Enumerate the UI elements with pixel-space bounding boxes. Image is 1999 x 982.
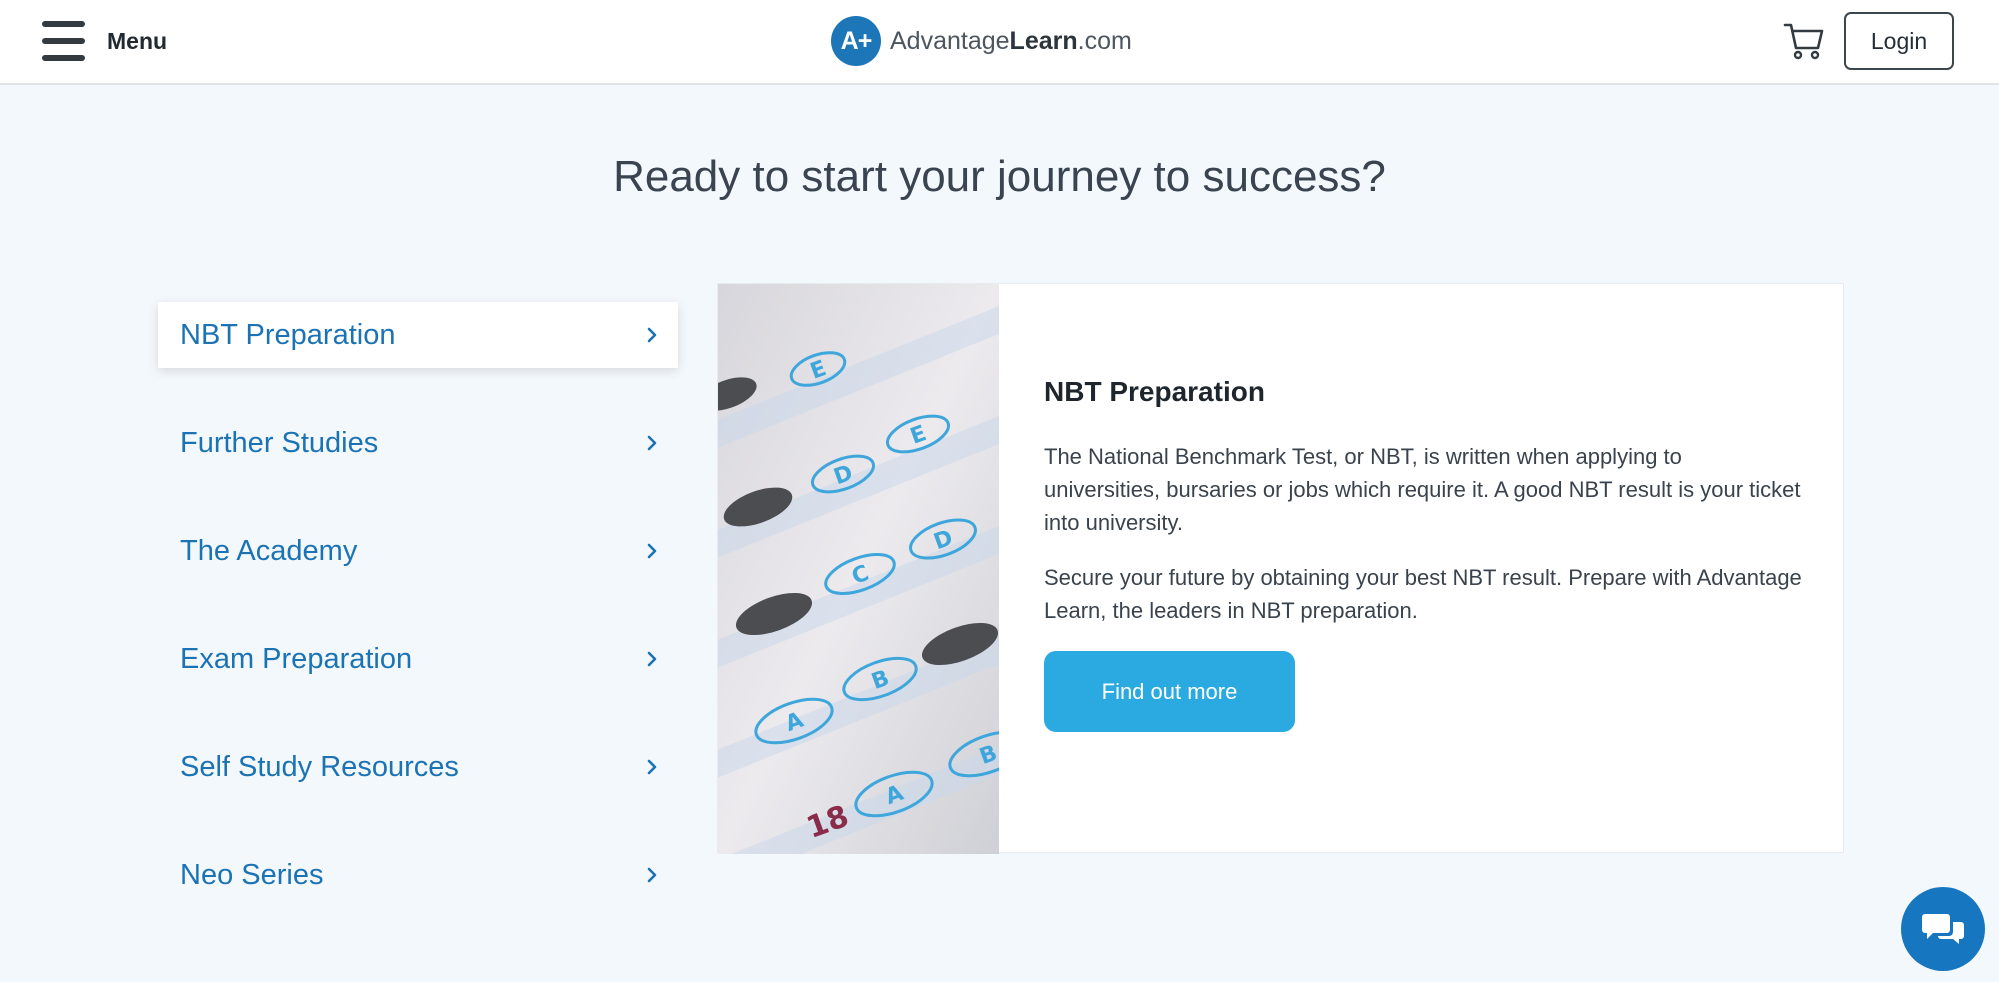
nav-item-the-academy[interactable]: The Academy: [158, 518, 678, 584]
chevron-right-icon: [647, 651, 657, 667]
nav-item-neo-series[interactable]: Neo Series: [158, 842, 678, 908]
top-bar: Menu A+ AdvantageLearn.com Login: [0, 0, 1999, 85]
nav-item-label: The Academy: [180, 534, 358, 567]
card-paragraph: The National Benchmark Test, or NBT, is …: [1044, 444, 1801, 535]
card-body: NBT Preparation The National Benchmark T…: [1044, 376, 1804, 732]
nav-item-label: NBT Preparation: [180, 318, 396, 351]
chevron-right-icon: [647, 759, 657, 775]
nav-item-label: Exam Preparation: [180, 642, 413, 675]
logo-text-learn: Learn: [1009, 26, 1078, 55]
cart-button[interactable]: [1783, 21, 1825, 61]
logo-badge: A+: [831, 16, 881, 66]
nav-item-label: Further Studies: [180, 426, 379, 459]
card-paragraph: Secure your future by obtaining your bes…: [1044, 565, 1802, 623]
chevron-right-icon: [647, 867, 657, 883]
cart-icon: [1783, 23, 1824, 60]
content-card: E E D D C B A A B 18 NBT Preparation The…: [717, 283, 1844, 854]
logo-text-domain: .com: [1077, 26, 1132, 55]
card-title: NBT Preparation: [1044, 376, 1265, 407]
logo-wordmark: AdvantageLearn.com: [890, 27, 1132, 56]
site-logo[interactable]: A+ AdvantageLearn.com: [831, 16, 1132, 66]
nav-item-further-studies[interactable]: Further Studies: [158, 410, 678, 476]
nav-item-exam-preparation[interactable]: Exam Preparation: [158, 626, 678, 692]
menu-button[interactable]: Menu: [42, 20, 167, 62]
answer-sheet-image: E E D D C B A A B 18: [718, 284, 999, 854]
page-heading: Ready to start your journey to success?: [613, 152, 1386, 201]
login-button[interactable]: Login: [1844, 12, 1954, 70]
menu-label: Menu: [107, 27, 168, 54]
nav-item-nbt-preparation[interactable]: NBT Preparation: [158, 302, 678, 368]
chevron-right-icon: [647, 435, 657, 451]
nav-item-label: Self Study Resources: [180, 750, 459, 783]
chevron-right-icon: [647, 543, 657, 559]
answer-sheet-illustration: E E D D C B A A B 18: [718, 284, 999, 854]
hamburger-icon: [42, 21, 85, 61]
chevron-right-icon: [647, 327, 657, 343]
logo-text-advantage: Advantage: [890, 26, 1010, 55]
nav-item-self-study-resources[interactable]: Self Study Resources: [158, 734, 678, 800]
chat-launcher-button[interactable]: [1901, 887, 1985, 971]
category-nav: NBT Preparation Further Studies The Acad…: [158, 302, 678, 950]
nav-item-label: Neo Series: [180, 858, 324, 891]
chat-icon: [1922, 914, 1964, 944]
find-out-more-button[interactable]: Find out more: [1044, 651, 1295, 732]
